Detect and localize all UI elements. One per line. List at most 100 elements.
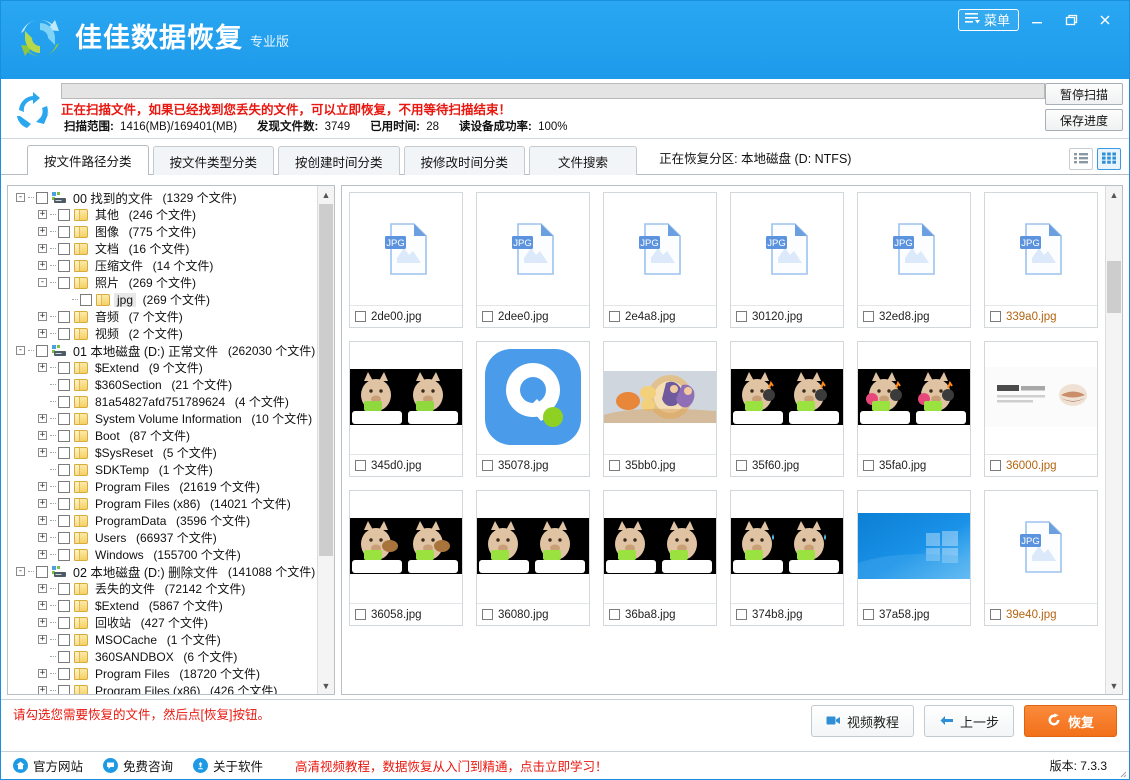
tree-item-checkbox[interactable] bbox=[58, 617, 70, 629]
tree-item-checkbox[interactable] bbox=[58, 328, 70, 340]
thumbnail-preview[interactable] bbox=[731, 491, 843, 603]
tree-item-checkbox[interactable] bbox=[58, 277, 70, 289]
thumbnail-item[interactable]: 36ba8.jpg bbox=[603, 490, 717, 626]
tree-item-checkbox[interactable] bbox=[58, 379, 70, 391]
tree-item-checkbox[interactable] bbox=[58, 447, 70, 459]
tree-expand-icon[interactable]: + bbox=[38, 227, 47, 236]
thumbnail-item[interactable]: 374b8.jpg bbox=[730, 490, 844, 626]
video-tutorial-button[interactable]: 视频教程 bbox=[811, 705, 914, 737]
tree-item-checkbox[interactable] bbox=[58, 600, 70, 612]
thumbnail-item[interactable]: 35bb0.jpg bbox=[603, 341, 717, 477]
tree-item-checkbox[interactable] bbox=[58, 260, 70, 272]
tree-item[interactable]: +压缩文件 (14 个文件) bbox=[10, 257, 317, 274]
tree-expand-icon[interactable]: + bbox=[38, 686, 47, 694]
thumbnail-item[interactable]: JPG2dee0.jpg bbox=[476, 192, 590, 328]
thumbnail-scrollbar[interactable]: ▲ ▼ bbox=[1105, 186, 1122, 694]
tree-expand-icon[interactable]: + bbox=[38, 516, 47, 525]
tree-expand-icon[interactable]: + bbox=[38, 601, 47, 610]
tab-by-modify-time[interactable]: 按修改时间分类 bbox=[404, 146, 526, 175]
maximize-button[interactable] bbox=[1055, 7, 1087, 33]
thumbnail-item[interactable]: JPG2e4a8.jpg bbox=[603, 192, 717, 328]
save-progress-button[interactable]: 保存进度 bbox=[1045, 109, 1123, 131]
tree-item-checkbox[interactable] bbox=[58, 583, 70, 595]
tree-item-checkbox[interactable] bbox=[58, 532, 70, 544]
tree-item-checkbox[interactable] bbox=[58, 651, 70, 663]
tree-item[interactable]: +文档 (16 个文件) bbox=[10, 240, 317, 257]
tree-expand-icon[interactable]: + bbox=[38, 584, 47, 593]
thumbnail-preview[interactable] bbox=[858, 342, 970, 454]
tree-item-checkbox[interactable] bbox=[58, 685, 70, 695]
thumbnail-preview[interactable] bbox=[731, 342, 843, 454]
tree-item[interactable]: +Windows (155700 个文件) bbox=[10, 546, 317, 563]
thumbnail-checkbox[interactable] bbox=[482, 609, 493, 620]
tree-item[interactable]: +图像 (775 个文件) bbox=[10, 223, 317, 240]
thumbnail-checkbox[interactable] bbox=[736, 609, 747, 620]
tree-item-checkbox[interactable] bbox=[58, 413, 70, 425]
tree-expand-icon[interactable]: + bbox=[38, 329, 47, 338]
tree-item[interactable]: SDKTemp (1 个文件) bbox=[10, 461, 317, 478]
tree-item[interactable]: +System Volume Information (10 个文件) bbox=[10, 410, 317, 427]
tree-item-checkbox[interactable] bbox=[58, 396, 70, 408]
tree-collapse-icon[interactable]: - bbox=[38, 278, 47, 287]
tree-item-checkbox[interactable] bbox=[58, 668, 70, 680]
tree-item-checkbox[interactable] bbox=[58, 481, 70, 493]
tree-item-checkbox[interactable] bbox=[58, 515, 70, 527]
thumbnail-checkbox[interactable] bbox=[355, 609, 366, 620]
tree-scrollbar-thumb[interactable] bbox=[319, 204, 333, 556]
tree-item[interactable]: +MSOCache (1 个文件) bbox=[10, 631, 317, 648]
thumbnail-checkbox[interactable] bbox=[990, 311, 1001, 322]
thumbnail-preview[interactable] bbox=[604, 342, 716, 454]
thumbnail-item[interactable]: JPG30120.jpg bbox=[730, 192, 844, 328]
tree-item[interactable]: jpg (269 个文件) bbox=[10, 291, 317, 308]
thumbnail-checkbox[interactable] bbox=[863, 609, 874, 620]
resize-grip-icon[interactable] bbox=[1117, 767, 1127, 777]
thumbnail-scrollbar-thumb[interactable] bbox=[1107, 261, 1121, 313]
thumb-scroll-down-button[interactable]: ▼ bbox=[1106, 677, 1122, 694]
tree-item[interactable]: $360Section (21 个文件) bbox=[10, 376, 317, 393]
tree-item[interactable]: +回收站 (427 个文件) bbox=[10, 614, 317, 631]
thumbnail-preview[interactable] bbox=[350, 342, 462, 454]
thumbnail-checkbox[interactable] bbox=[609, 609, 620, 620]
thumbnail-item[interactable]: 35f60.jpg bbox=[730, 341, 844, 477]
thumbnail-preview[interactable]: JPG bbox=[604, 193, 716, 305]
tab-by-file-path[interactable]: 按文件路径分类 bbox=[27, 145, 149, 175]
tree-expand-icon[interactable]: + bbox=[38, 261, 47, 270]
tree-item[interactable]: +音频 (7 个文件) bbox=[10, 308, 317, 325]
tree-item[interactable]: +$Extend (5867 个文件) bbox=[10, 597, 317, 614]
thumbnail-item[interactable]: JPG39e40.jpg bbox=[984, 490, 1098, 626]
thumbnail-checkbox[interactable] bbox=[736, 311, 747, 322]
tree-item-checkbox[interactable] bbox=[58, 430, 70, 442]
tree-item[interactable]: +Program Files (x86) (14021 个文件) bbox=[10, 495, 317, 512]
tree-expand-icon[interactable]: + bbox=[38, 533, 47, 542]
close-button[interactable] bbox=[1089, 7, 1121, 33]
tree-collapse-icon[interactable]: - bbox=[16, 567, 25, 576]
tree-item[interactable]: -02 本地磁盘 (D:) 删除文件 (141088 个文件) bbox=[10, 563, 317, 580]
thumbnail-preview[interactable]: JPG bbox=[858, 193, 970, 305]
thumbnail-preview[interactable] bbox=[858, 491, 970, 603]
tree-item[interactable]: +Program Files (18720 个文件) bbox=[10, 665, 317, 682]
thumbnail-checkbox[interactable] bbox=[482, 460, 493, 471]
tree-item[interactable]: 360SANDBOX (6 个文件) bbox=[10, 648, 317, 665]
thumbnail-checkbox[interactable] bbox=[863, 460, 874, 471]
thumbnail-item[interactable]: 35078.jpg bbox=[476, 341, 590, 477]
thumbnail-checkbox[interactable] bbox=[736, 460, 747, 471]
tree-expand-icon[interactable]: + bbox=[38, 499, 47, 508]
thumbnail-checkbox[interactable] bbox=[990, 609, 1001, 620]
tree-item[interactable]: -00 找到的文件 (1329 个文件) bbox=[10, 189, 317, 206]
menu-button[interactable]: 菜单 bbox=[958, 9, 1019, 31]
tree-item[interactable]: +视频 (2 个文件) bbox=[10, 325, 317, 342]
tree-expand-icon[interactable]: + bbox=[38, 414, 47, 423]
tree-item[interactable]: +Users (66937 个文件) bbox=[10, 529, 317, 546]
tree-item-checkbox[interactable] bbox=[36, 192, 48, 204]
tree-scroll-up-button[interactable]: ▲ bbox=[318, 186, 334, 203]
tree-expand-icon[interactable]: + bbox=[38, 312, 47, 321]
tab-by-file-type[interactable]: 按文件类型分类 bbox=[153, 146, 275, 175]
thumbnail-preview[interactable]: JPG bbox=[477, 193, 589, 305]
thumbnail-preview[interactable] bbox=[477, 342, 589, 454]
thumbnail-preview[interactable]: JPG bbox=[350, 193, 462, 305]
tree-expand-icon[interactable]: + bbox=[38, 448, 47, 457]
tree-item-checkbox[interactable] bbox=[58, 498, 70, 510]
tree-item[interactable]: -01 本地磁盘 (D:) 正常文件 (262030 个文件) bbox=[10, 342, 317, 359]
footer-link-free-consult[interactable]: 免费咨询 bbox=[103, 756, 173, 775]
thumbnail-item[interactable]: 36080.jpg bbox=[476, 490, 590, 626]
